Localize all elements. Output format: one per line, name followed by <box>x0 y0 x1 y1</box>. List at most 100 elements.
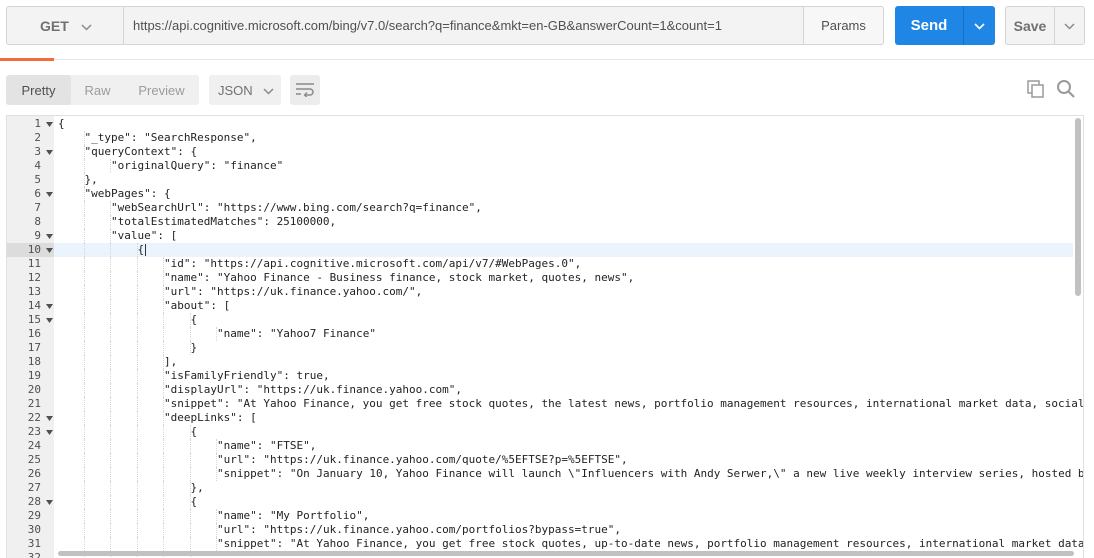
fold-toggle-icon[interactable] <box>45 145 54 159</box>
indent-guide <box>110 523 111 537</box>
chevron-down-icon <box>1064 18 1075 33</box>
code-text: "about": [ <box>164 299 231 312</box>
send-options-button[interactable] <box>963 6 995 45</box>
code-line: 19 "isFamilyFriendly": true, <box>7 369 1073 383</box>
method-label: GET <box>40 17 69 34</box>
code-text: "name": "FTSE", <box>217 439 317 452</box>
fold-toggle-icon[interactable] <box>45 411 54 425</box>
code-text: "queryContext": { <box>84 145 198 158</box>
code-text: }, <box>84 173 98 186</box>
wrap-lines-button[interactable] <box>290 75 320 105</box>
search-button[interactable] <box>1055 79 1077 101</box>
code-text: "value": [ <box>111 229 178 242</box>
indent-guide <box>110 481 111 495</box>
indent-guide <box>83 439 85 453</box>
indent-guide <box>163 341 164 355</box>
method-select[interactable]: GET <box>6 6 123 45</box>
tab-pretty[interactable]: Pretty <box>6 75 71 105</box>
code-line: 22 "deepLinks": [ <box>7 411 1073 425</box>
send-button[interactable]: Send <box>895 6 995 45</box>
line-number: 5 <box>34 173 41 186</box>
tab-raw[interactable]: Raw <box>71 75 124 105</box>
copy-button[interactable] <box>1025 79 1047 101</box>
indent-guide <box>136 327 138 341</box>
vertical-scrollbar[interactable] <box>1075 118 1081 296</box>
save-options-button[interactable] <box>1054 7 1084 44</box>
indent-guide <box>136 285 138 299</box>
code-line: 1{ <box>7 117 1073 131</box>
params-button[interactable]: Params <box>803 6 884 45</box>
indent-guide <box>83 383 85 397</box>
indent-guide <box>83 509 85 523</box>
indent-guide <box>136 257 138 271</box>
indent-guide <box>83 215 85 229</box>
indent-guide <box>83 425 85 439</box>
line-number: 30 <box>27 523 41 536</box>
code-line: 8 "totalEstimatedMatches": 25100000, <box>7 215 1073 229</box>
code-text: "isFamilyFriendly": true, <box>164 369 330 382</box>
code-line: 28{ <box>7 495 1073 509</box>
save-label: Save <box>1013 17 1047 34</box>
indent-guide <box>110 453 111 467</box>
indent-guide <box>110 327 111 341</box>
fold-toggle-icon[interactable] <box>45 229 54 243</box>
indent-guide <box>83 537 85 551</box>
code-line: 20 "displayUrl": "https://uk.finance.yaho… <box>7 383 1073 397</box>
indent-guide <box>163 537 164 551</box>
code-line: 10{ <box>7 243 1073 257</box>
chevron-down-icon <box>974 18 985 33</box>
line-number: 7 <box>34 201 41 214</box>
format-label: JSON <box>218 82 253 98</box>
code-lines: 1{2 "_type": "SearchResponse", 3 "queryCont… <box>7 117 1083 558</box>
indent-guide <box>110 397 111 411</box>
fold-toggle-icon[interactable] <box>45 299 54 313</box>
code-line: 24 "name": "FTSE", <box>7 439 1073 453</box>
code-text: "snippet": "At Yahoo Finance, you get fr… <box>217 537 1084 550</box>
line-number: 26 <box>27 467 41 480</box>
indent-guide <box>136 509 138 523</box>
indent-guide <box>83 271 85 285</box>
code-text: { <box>190 313 198 326</box>
chevron-down-icon <box>81 18 92 34</box>
code-text: { <box>190 425 198 438</box>
chevron-down-icon <box>263 83 274 98</box>
indent-guide <box>136 495 138 509</box>
code-text: "url": "https://uk.finance.yahoo.com/quo… <box>217 453 628 466</box>
save-button[interactable]: Save <box>1005 6 1085 45</box>
indent-guide <box>189 327 191 341</box>
indent-guide <box>83 285 85 299</box>
code-line: 25 "url": "https://uk.finance.yahoo.com/q… <box>7 453 1073 467</box>
code-text: "snippet": "On January 10, Yahoo Finance… <box>217 467 1084 480</box>
format-select[interactable]: JSON <box>209 75 281 105</box>
code-line: 17} <box>7 341 1073 355</box>
code-text: "webPages": { <box>84 187 171 200</box>
code-text: { <box>137 243 145 256</box>
indent-guide <box>136 383 138 397</box>
code-text: "_type": "SearchResponse", <box>84 131 257 144</box>
indent-guide <box>163 313 164 327</box>
response-body-editor[interactable]: 1{2 "_type": "SearchResponse", 3 "queryCont… <box>6 115 1084 558</box>
indent-guide <box>163 439 164 453</box>
horizontal-scrollbar[interactable] <box>58 551 1074 556</box>
indent-guide <box>110 285 111 299</box>
line-number: 25 <box>27 453 41 466</box>
indent-guide <box>163 509 164 523</box>
indent-guide <box>163 453 164 467</box>
indent-guide <box>136 425 138 439</box>
fold-toggle-icon[interactable] <box>45 187 54 201</box>
indent-guide <box>163 495 164 509</box>
tab-preview[interactable]: Preview <box>124 75 199 105</box>
line-number: 17 <box>27 341 41 354</box>
code-text: "deepLinks": [ <box>164 411 257 424</box>
url-input[interactable]: https://api.cognitive.microsoft.com/bing… <box>123 6 804 45</box>
indent-guide <box>110 495 111 509</box>
line-number: 32 <box>27 551 41 558</box>
fold-toggle-icon[interactable] <box>45 313 54 327</box>
indent-guide <box>189 467 191 481</box>
code-line: 27}, <box>7 481 1073 495</box>
indent-guide <box>83 355 85 369</box>
fold-toggle-icon[interactable] <box>45 117 54 131</box>
fold-toggle-icon[interactable] <box>45 495 54 509</box>
fold-toggle-icon[interactable] <box>45 243 54 257</box>
fold-toggle-icon[interactable] <box>45 425 54 439</box>
